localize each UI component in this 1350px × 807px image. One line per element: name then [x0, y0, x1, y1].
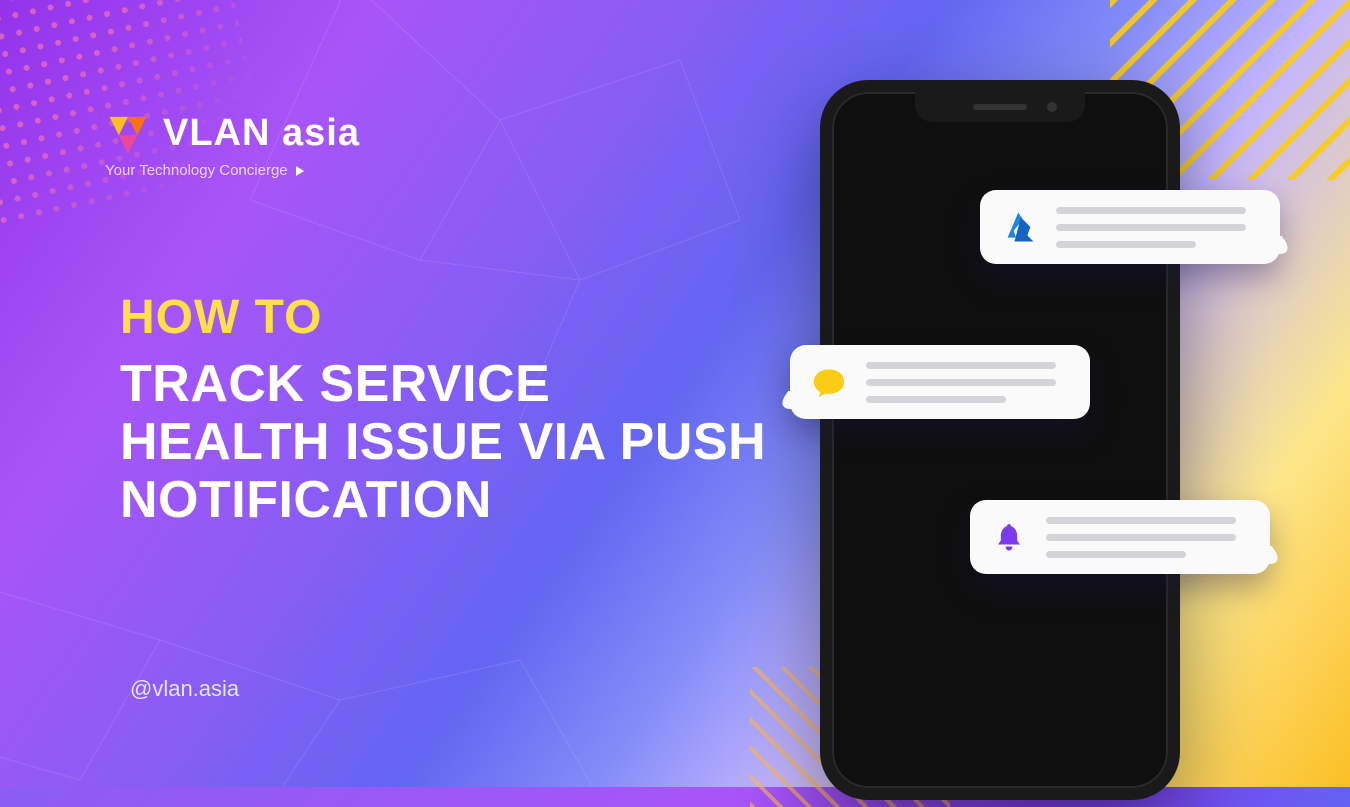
notification-bubble-bell	[970, 500, 1270, 574]
brand-name: VLAN asia	[163, 116, 360, 150]
vlan-logo-mark	[105, 110, 151, 156]
phone-notch	[915, 92, 1085, 122]
notification-bubble-chat	[790, 345, 1090, 419]
notification-text-placeholder	[1056, 207, 1262, 248]
phone-camera	[1047, 102, 1057, 112]
brand-logo: VLAN asia Your Technology Concierge	[105, 110, 360, 179]
headline-main: TRACK SERVICE HEALTH ISSUE VIA PUSH NOTI…	[120, 355, 770, 530]
notification-text-placeholder	[866, 362, 1072, 403]
phone-speaker	[973, 104, 1027, 110]
brand-tagline-row: Your Technology Concierge	[105, 162, 304, 179]
headline-block: HOW TO TRACK SERVICE HEALTH ISSUE VIA PU…	[120, 290, 770, 530]
chat-icon	[808, 361, 850, 403]
bell-icon	[988, 516, 1030, 558]
azure-icon	[998, 206, 1040, 248]
notification-text-placeholder	[1046, 517, 1252, 558]
social-handle: @vlan.asia	[130, 676, 239, 702]
headline-kicker: HOW TO	[120, 290, 770, 345]
brand-tagline: Your Technology Concierge	[105, 162, 288, 179]
notification-bubble-azure	[980, 190, 1280, 264]
phone-mockup	[820, 80, 1180, 800]
caret-right-icon	[296, 166, 304, 176]
